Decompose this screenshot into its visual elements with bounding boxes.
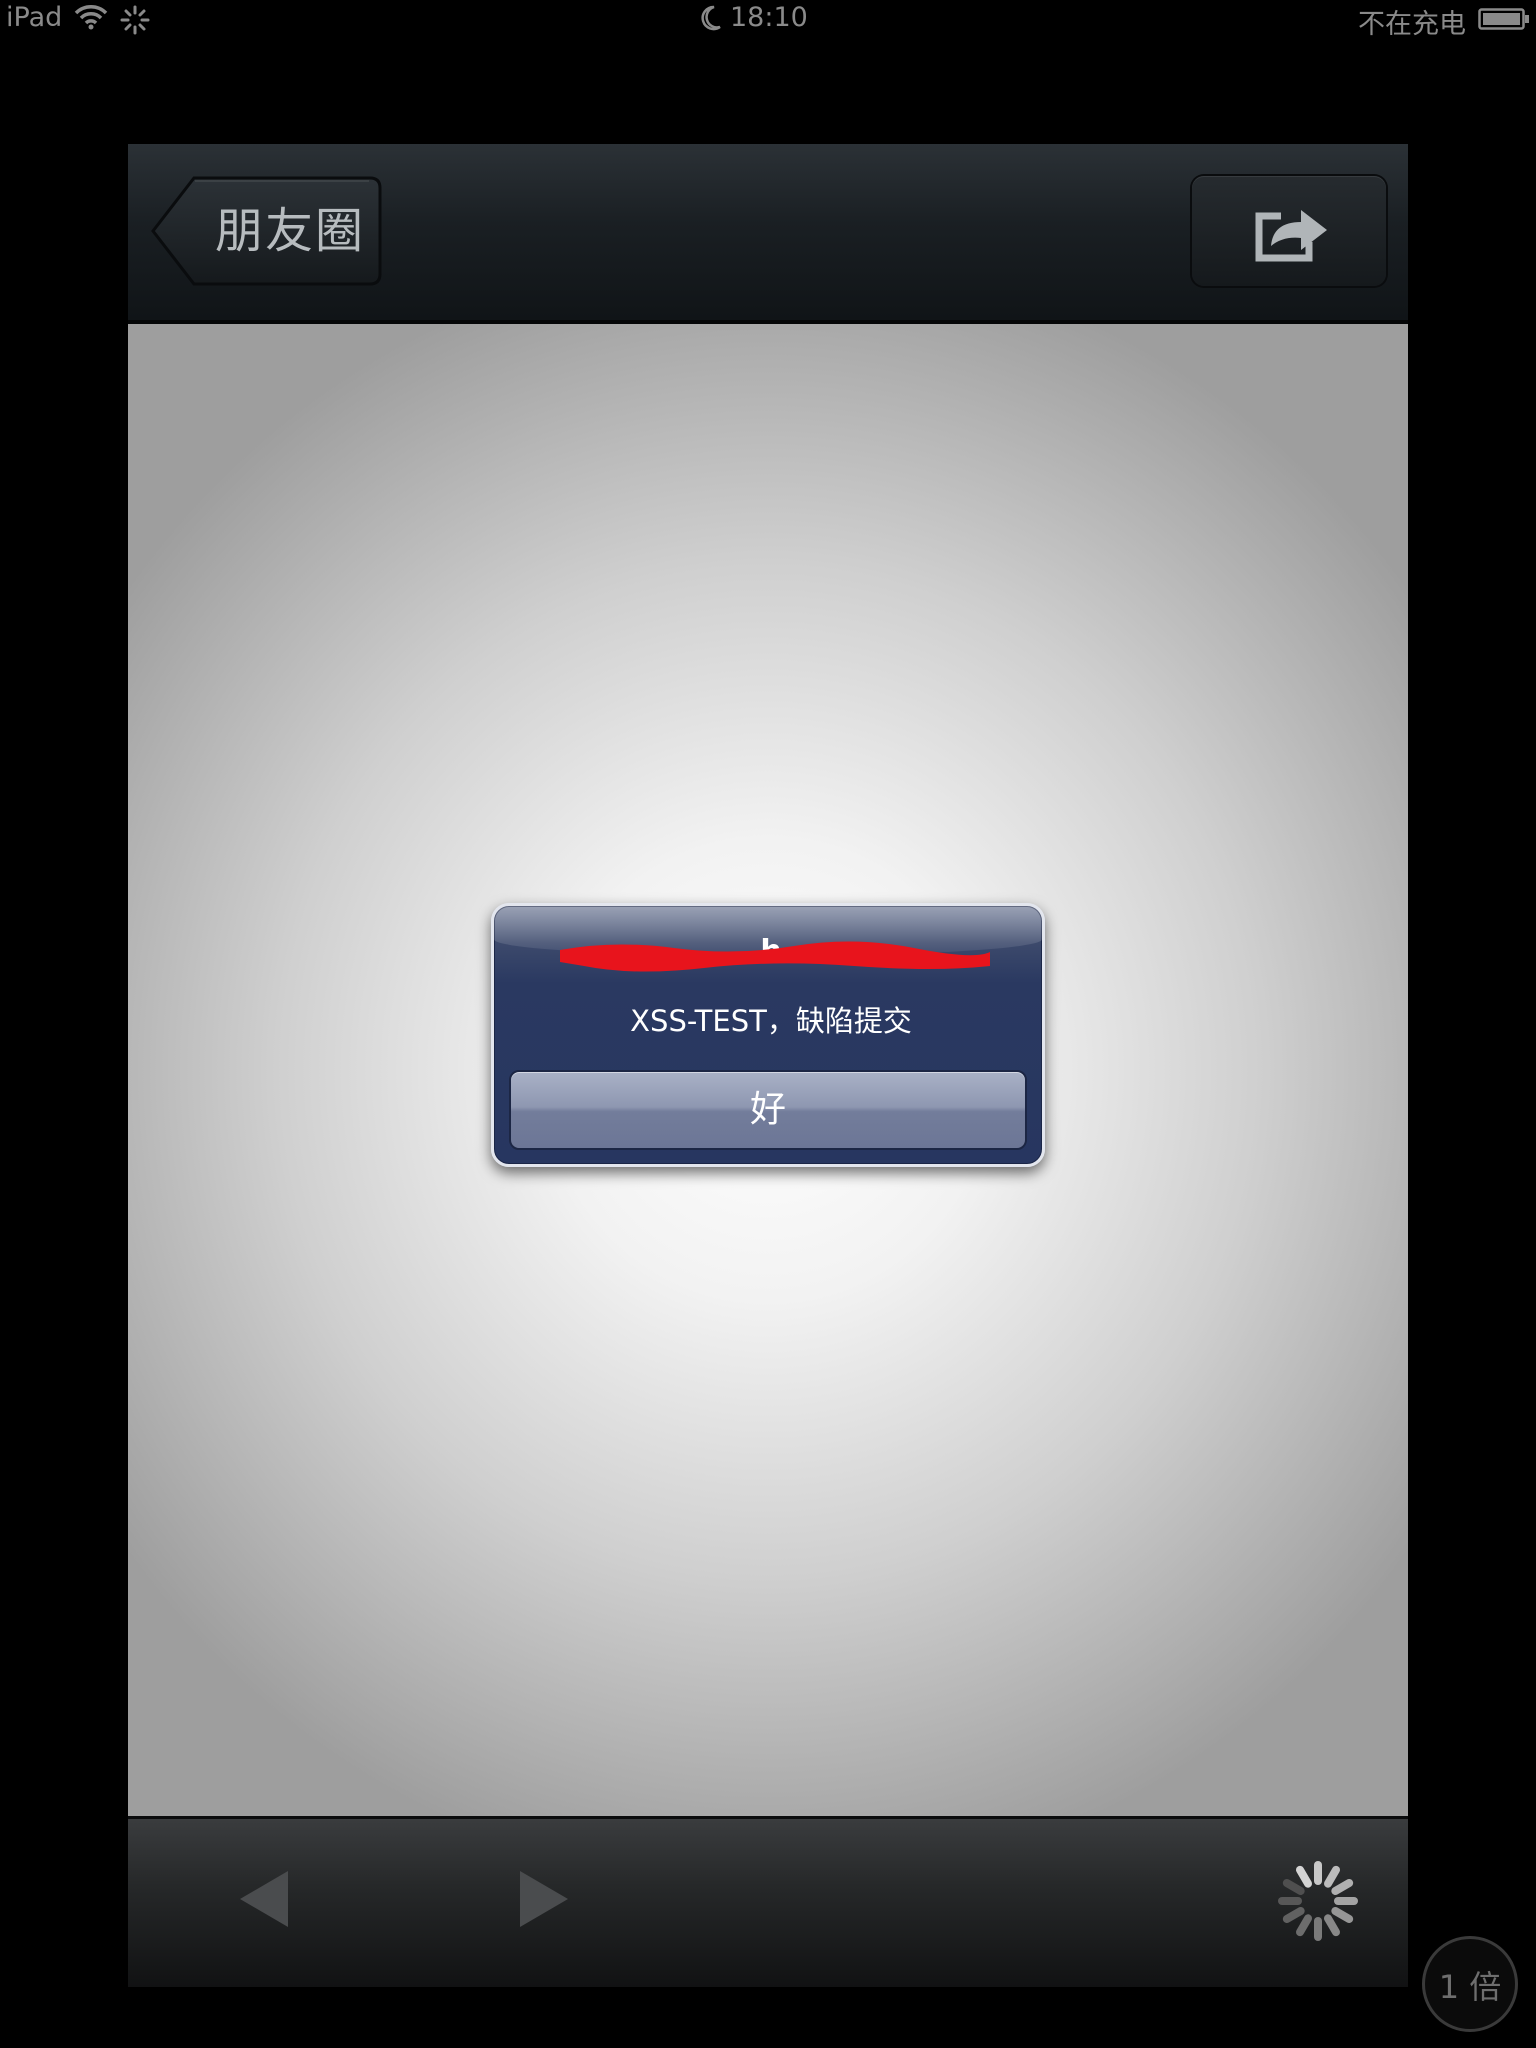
back-button-label: 朋友圈 [214, 203, 365, 259]
loading-spinner-icon [1278, 1861, 1358, 1941]
do-not-disturb-moon-icon [701, 5, 721, 30]
back-button[interactable]: 朋友圈 [150, 176, 382, 286]
redaction-scribble [560, 941, 990, 972]
bottom-toolbar [128, 1816, 1408, 1987]
status-time: 18:10 [730, 2, 808, 33]
carrier-label: iPad [6, 2, 63, 33]
nav-bar: 朋友圈 [128, 144, 1408, 324]
status-bar: iPad 18:10 不在充电 [0, 0, 1536, 40]
zoom-level-badge[interactable]: 1 倍 [1422, 1936, 1518, 2032]
screen: iPad 18:10 不在充电 朋友圈 XSS-TEST，缺陷提交 好 1 倍 [0, 0, 1536, 2048]
charging-status-label: 不在充电 [1358, 9, 1466, 40]
share-icon [1255, 210, 1327, 262]
status-time-group: 18:10 [700, 2, 808, 33]
share-button[interactable] [1192, 176, 1386, 286]
battery-icon [1478, 8, 1529, 30]
network-activity-icon [120, 5, 150, 35]
wifi-icon [74, 5, 108, 30]
alert-message: XSS-TEST，缺陷提交 [630, 1004, 912, 1038]
alert-ok-button[interactable]: 好 [509, 1070, 1027, 1150]
forward-arrow-icon[interactable] [516, 1867, 572, 1931]
back-arrow-icon[interactable] [236, 1867, 292, 1931]
alert-dialog: h XSS-TEST，缺陷提交 好 [491, 903, 1045, 1167]
